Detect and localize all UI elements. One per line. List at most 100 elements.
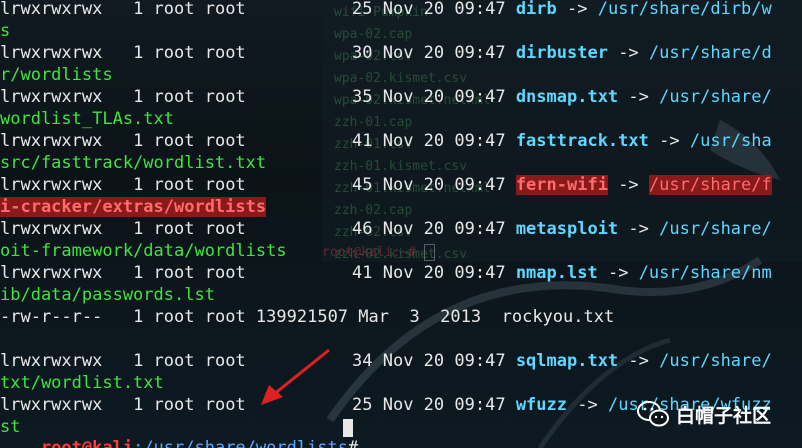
symlink-arrow: ->	[607, 263, 629, 283]
permissions: lrwxrwxrwx	[0, 0, 103, 19]
wrapped-path-text: txt/wordlist.txt	[0, 373, 164, 393]
wrapped-path-tail: s	[0, 20, 10, 42]
wechat-icon	[637, 401, 669, 427]
watermark-text: 白帽子社区	[676, 404, 772, 427]
permissions: lrwxrwxrwx	[0, 175, 103, 195]
ls-entry-perms: lrwxrwxrwx 1 root root	[0, 0, 246, 20]
wrapped-path-text: oit-framework/data/wordlists	[0, 241, 287, 261]
wrapped-path-text: r/wordlists	[0, 65, 113, 85]
text-cursor	[343, 419, 353, 437]
wrapped-path-text: wordlist_TLAs.txt	[0, 109, 174, 129]
owner-group: 1 root root	[133, 263, 246, 283]
owner-group: 1 root root	[133, 175, 246, 195]
symlink-target: /usr/share/f	[648, 175, 772, 195]
symlink-name[interactable]: nmap.lst	[516, 263, 598, 283]
permissions: lrwxrwxrwx	[0, 263, 103, 283]
symlink-name[interactable]: metasploit	[516, 219, 618, 239]
symlink-arrow: ->	[628, 87, 649, 107]
wrapped-path-tail: src/fasttrack/wordlist.txt	[0, 152, 266, 174]
link-date: Nov 20 09:47	[382, 0, 506, 19]
wrapped-path-tail: i-cracker/extras/wordlists	[0, 196, 267, 218]
ls-entry-perms: lrwxrwxrwx 1 root root	[0, 86, 246, 108]
wrapped-path-tail: r/wordlists	[0, 64, 113, 86]
wrapped-path-tail: ib/data/passwords.lst	[0, 284, 215, 306]
file-size: 139921507	[255, 307, 349, 327]
link-size: 46	[352, 219, 373, 239]
wrapped-path-text: s	[0, 21, 11, 41]
red-annotation-arrow	[261, 348, 330, 405]
wrapped-path-tail: wordlist_TLAs.txt	[0, 108, 174, 130]
wrapped-path-tail: txt/wordlist.txt	[0, 372, 164, 394]
permissions: lrwxrwxrwx	[0, 131, 103, 151]
owner-group: 1 root root	[133, 219, 246, 239]
permissions: lrwxrwxrwx	[0, 219, 103, 239]
symlink-arrow: ->	[618, 175, 639, 195]
ls-entry-symlink: 45 Nov 20 09:47 fern-wifi -> /usr/share/…	[352, 174, 772, 196]
terminal-window[interactable]: wifi-Pumpkin wpa-02.cap wpa-02.csv wpa-02.k…	[0, 0, 802, 448]
link-date: Nov 20 09:47	[382, 395, 506, 415]
link-size: 35	[352, 87, 373, 107]
ls-entry-symlink: 41 Nov 20 09:47 fasttrack.txt -> /usr/sh…	[352, 130, 772, 152]
ls-entry-symlink: 34 Nov 20 09:47 sqlmap.txt -> /usr/share…	[352, 350, 772, 372]
link-date: Nov 20 09:47	[382, 43, 506, 63]
permissions: lrwxrwxrwx	[0, 87, 103, 107]
symlink-arrow: ->	[618, 43, 639, 63]
ls-entry-perms: lrwxrwxrwx 1 root root	[0, 394, 246, 416]
ls-entry-symlink: 41 Nov 20 09:47 nmap.lst -> /usr/share/n…	[352, 262, 772, 284]
wrapped-path-text: src/fasttrack/wordlist.txt	[0, 153, 267, 173]
permissions: -rw-r--r--	[0, 307, 103, 327]
ls-entry-symlink: 25 Nov 20 09:47 dirb -> /usr/share/dirb/…	[352, 0, 772, 20]
ls-entry-perms: lrwxrwxrwx 1 root root	[0, 350, 246, 372]
ls-entry-perms: lrwxrwxrwx 1 root root	[0, 174, 246, 196]
symlink-target: /usr/share/d	[648, 43, 772, 63]
link-size: 25	[352, 0, 373, 19]
symlink-name[interactable]: dnsmap.txt	[516, 87, 618, 107]
symlink-target: /usr/share/dirb/w	[597, 0, 772, 19]
link-size: 41	[352, 263, 373, 283]
prompt-user-host: root@kali	[40, 438, 134, 448]
symlink-name[interactable]: dirb	[516, 0, 557, 19]
link-size: 25	[352, 395, 373, 415]
wrapped-path-tail: oit-framework/data/wordlists	[0, 240, 287, 262]
link-date: Nov 20 09:47	[382, 131, 506, 151]
shell-prompt[interactable]: root@kali:/usr/share/wordlists#	[0, 415, 358, 448]
symlink-target: /usr/share/	[659, 87, 772, 107]
owner-group: 1 root root	[133, 43, 246, 63]
link-date: Nov 20 09:47	[382, 263, 506, 283]
prompt-symbol: #	[348, 438, 359, 448]
ls-entry-perms: lrwxrwxrwx 1 root root	[0, 42, 246, 64]
owner-group: 1 root root	[133, 307, 246, 327]
ls-entry-symlink: 46 Nov 20 09:47 metasploit -> /usr/share…	[352, 218, 772, 240]
symlink-name[interactable]: fasttrack.txt	[516, 131, 649, 151]
symlink-name[interactable]: fern-wifi	[515, 175, 608, 195]
symlink-target: /usr/share/	[659, 219, 772, 239]
symlink-name[interactable]: wfuzz	[516, 395, 567, 415]
link-size: 34	[352, 351, 373, 371]
link-date: Nov 20 09:47	[382, 175, 506, 195]
ls-entry-symlink: 35 Nov 20 09:47 dnsmap.txt -> /usr/share…	[352, 86, 772, 108]
symlink-target: /usr/share/nm	[638, 263, 772, 283]
symlink-target: /usr/sha	[689, 131, 772, 151]
symlink-arrow: ->	[628, 219, 649, 239]
owner-group: 1 root root	[133, 0, 246, 19]
link-date: Nov 20 09:47	[382, 351, 506, 371]
symlink-target: /usr/share/	[659, 351, 772, 371]
owner-group: 1 root root	[133, 351, 246, 371]
symlink-name[interactable]: dirbuster	[516, 43, 608, 63]
owner-group: 1 root root	[133, 87, 246, 107]
owner-group: 1 root root	[133, 131, 246, 151]
link-date: Nov 20 09:47	[382, 219, 506, 239]
permissions: lrwxrwxrwx	[0, 351, 103, 371]
ls-entry-perms: lrwxrwxrwx 1 root root	[0, 262, 246, 284]
symlink-arrow: ->	[659, 131, 680, 151]
symlink-name[interactable]: sqlmap.txt	[516, 351, 618, 371]
wrapped-path-text: i-cracker/extras/wordlists	[0, 197, 267, 217]
owner-group: 1 root root	[133, 395, 246, 415]
file-date: Mar 3 2013	[358, 307, 482, 327]
wrapped-path-text: ib/data/passwords.lst	[0, 285, 215, 305]
ls-entry-symlink: 30 Nov 20 09:47 dirbuster -> /usr/share/…	[352, 42, 772, 64]
link-size: 41	[352, 131, 373, 151]
symlink-arrow: ->	[577, 395, 598, 415]
file-name[interactable]: rockyou.txt	[502, 307, 615, 327]
prompt-path: :/usr/share/wordlists	[133, 438, 349, 448]
